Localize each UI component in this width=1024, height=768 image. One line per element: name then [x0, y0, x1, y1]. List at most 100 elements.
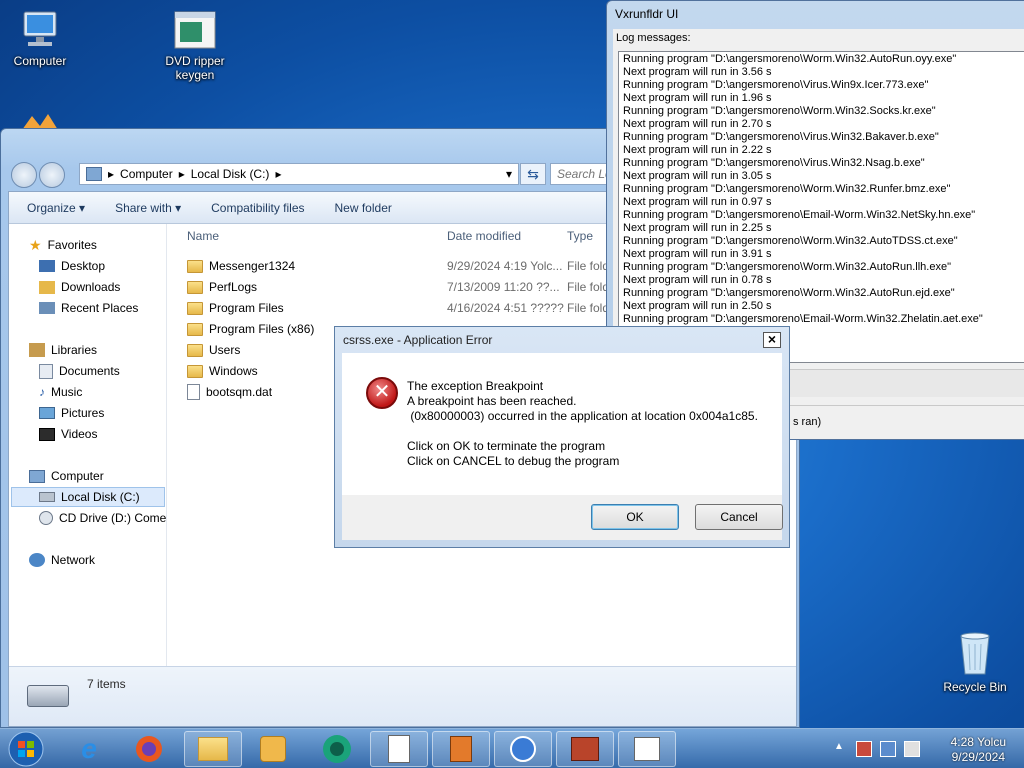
desktop-icon-computer[interactable]: Computer	[0, 10, 80, 68]
dialog-title: csrss.exe - Application Error	[343, 333, 493, 347]
downloads-icon	[39, 280, 55, 294]
folder-icon	[187, 364, 203, 378]
log-line: Next program will run in 2.22 s	[623, 144, 772, 156]
nav-desktop[interactable]: Desktop	[39, 256, 105, 276]
taskbar-window-3[interactable]	[494, 731, 552, 767]
recycle-bin-icon	[955, 630, 995, 676]
log-messages[interactable]: Running program "D:\angersmoreno\Worm.Wi…	[618, 51, 1024, 363]
taskbar-explorer[interactable]	[184, 731, 242, 767]
address-bar[interactable]: ▸ Computer ▸ Local Disk (C:) ▸ ▾	[79, 163, 519, 185]
action-center-icon[interactable]	[856, 741, 872, 757]
nav-computer[interactable]: Computer	[29, 466, 104, 486]
column-type[interactable]: Type	[567, 229, 593, 243]
nav-recent-places[interactable]: Recent Places	[39, 298, 138, 318]
ok-button[interactable]: OK	[591, 504, 679, 530]
folder-icon	[187, 301, 203, 315]
media-icon	[260, 736, 286, 762]
dialog-body: ✕ The exception Breakpoint A breakpoint …	[342, 353, 782, 495]
clock[interactable]: 4:28 Yolcu 9/29/2024	[951, 735, 1006, 765]
recent-places-icon	[39, 302, 55, 314]
nav-music[interactable]: ♪ Music	[39, 382, 82, 402]
log-line: Next program will run in 0.97 s	[623, 196, 772, 208]
application-icon	[634, 737, 660, 761]
computer-icon	[18, 10, 62, 50]
dialog-message: The exception Breakpoint A breakpoint ha…	[407, 379, 758, 468]
nav-favorites[interactable]: ★ Favorites	[29, 235, 97, 255]
log-line: Running program "D:\angersmoreno\Virus.W…	[623, 131, 939, 143]
breadcrumb-computer[interactable]: Computer	[120, 167, 173, 181]
nav-cd-drive[interactable]: CD Drive (D:) Come	[39, 508, 166, 528]
taskbar-internet-explorer[interactable]: e	[60, 731, 118, 767]
network-icon	[29, 553, 45, 567]
libraries-icon	[29, 343, 45, 357]
taskbar-media-app[interactable]	[244, 731, 302, 767]
breadcrumb-local-disk[interactable]: Local Disk (C:)	[191, 167, 270, 181]
folder-icon	[187, 280, 203, 294]
application-icon	[173, 10, 217, 50]
cancel-button[interactable]: Cancel	[695, 504, 783, 530]
start-button[interactable]	[0, 731, 52, 767]
nav-pictures[interactable]: Pictures	[39, 403, 104, 423]
computer-small-icon	[29, 469, 45, 483]
forward-button[interactable]	[39, 162, 65, 188]
log-line: Running program "D:\angersmoreno\Worm.Wi…	[623, 261, 951, 273]
network-tray-icon[interactable]	[880, 741, 896, 757]
desktop-icon	[39, 260, 55, 272]
package-icon	[450, 736, 472, 762]
nav-libraries[interactable]: Libraries	[29, 340, 97, 360]
nav-videos[interactable]: Videos	[39, 424, 97, 444]
volume-icon[interactable]	[904, 741, 920, 757]
column-date-modified[interactable]: Date modified	[447, 229, 521, 243]
show-hidden-icons[interactable]: ▲	[834, 741, 850, 757]
new-folder-button[interactable]: New folder	[335, 201, 392, 215]
log-line: Next program will run in 2.70 s	[623, 118, 772, 130]
nav-downloads[interactable]: Downloads	[39, 277, 120, 297]
compatibility-files-button[interactable]: Compatibility files	[211, 201, 304, 215]
address-dropdown-icon[interactable]: ▾	[506, 167, 512, 181]
log-line: Next program will run in 3.56 s	[623, 66, 772, 78]
taskbar-window-1[interactable]	[370, 731, 428, 767]
internet-explorer-icon: e	[81, 733, 97, 764]
nav-documents[interactable]: Documents	[39, 361, 120, 381]
drive-large-icon	[27, 685, 69, 707]
column-name[interactable]: Name	[187, 229, 219, 243]
desktop-icon-recycle-bin[interactable]: Recycle Bin	[935, 630, 1015, 694]
share-with-button[interactable]: Share with ▾	[115, 201, 181, 215]
folder-icon	[187, 343, 203, 357]
videos-icon	[39, 427, 55, 441]
log-line: Running program "D:\angersmoreno\Virus.W…	[623, 157, 925, 169]
application-error-dialog[interactable]: csrss.exe - Application Error × ✕ The ex…	[334, 326, 790, 548]
log-line: Running program "D:\angersmoreno\Worm.Wi…	[623, 183, 951, 195]
desktop-icon-label: Recycle Bin	[943, 680, 1007, 694]
folder-icon	[187, 259, 203, 273]
nav-local-disk[interactable]: Local Disk (C:)	[11, 487, 165, 507]
log-line: Running program "D:\angersmoreno\Worm.Wi…	[623, 235, 958, 247]
documents-icon	[39, 363, 53, 379]
star-icon: ★	[29, 236, 42, 253]
music-icon: ♪	[39, 385, 45, 399]
media-player-icon	[510, 736, 536, 762]
log-line: Running program "D:\angersmoreno\Email-W…	[623, 209, 976, 221]
back-button[interactable]	[11, 162, 37, 188]
log-line: Running program "D:\angersmoreno\Email-W…	[623, 313, 983, 325]
refresh-button[interactable]: ⇆	[520, 163, 546, 185]
desktop-icon-dvd-ripper[interactable]: DVD ripper keygen	[155, 10, 235, 82]
pictures-icon	[39, 407, 55, 419]
taskbar-window-4[interactable]	[556, 731, 614, 767]
nav-network[interactable]: Network	[29, 550, 95, 570]
taskbar-chat-app[interactable]	[308, 731, 366, 767]
desktop-icon-label: DVD ripper keygen	[165, 54, 225, 82]
taskbar-firefox[interactable]	[120, 731, 178, 767]
document-icon	[388, 735, 410, 763]
close-button[interactable]: ×	[763, 332, 781, 348]
taskbar-window-2[interactable]	[432, 731, 490, 767]
window-title: Vxrunfldr UI	[615, 7, 679, 21]
taskbar-vxrunfldr[interactable]	[618, 731, 676, 767]
log-line: Running program "D:\angersmoreno\Worm.Wi…	[623, 105, 936, 117]
chat-icon	[323, 735, 351, 763]
log-line: Next program will run in 3.05 s	[623, 170, 772, 182]
clock-date: 9/29/2024	[951, 750, 1005, 764]
drive-icon	[39, 492, 55, 502]
item-count: 7 items	[87, 677, 126, 691]
organize-button[interactable]: Organize ▾	[27, 201, 85, 215]
